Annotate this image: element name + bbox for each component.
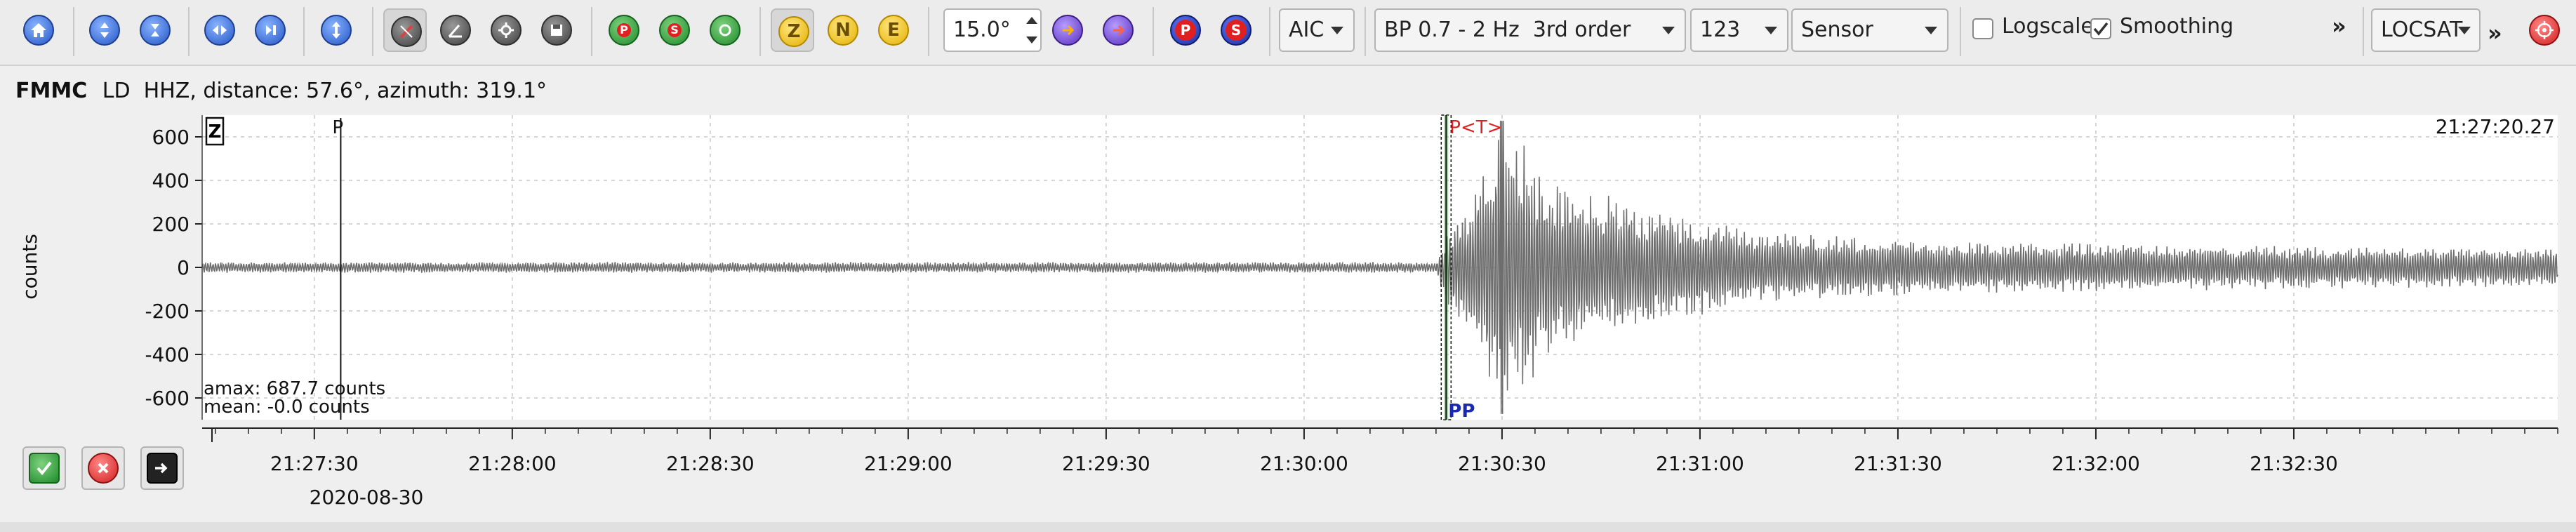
- y-axis-label: counts: [18, 234, 41, 300]
- y-tick-label: 400: [152, 169, 190, 192]
- x-tick-label: 21:30:30: [1458, 452, 1546, 475]
- y-tick-label: 200: [152, 213, 190, 236]
- y-tick-label: -600: [145, 387, 190, 410]
- accept-button[interactable]: [22, 446, 66, 490]
- x-tick-label: 21:32:30: [2250, 452, 2338, 475]
- pick-bottom-label: PP: [1448, 401, 1475, 422]
- x-tick-label: 21:27:30: [270, 452, 359, 475]
- x-tick-label: 21:31:00: [1656, 452, 1744, 475]
- forward-button[interactable]: [140, 446, 184, 490]
- cancel-icon: [88, 453, 119, 484]
- x-tick-label: 21:29:30: [1062, 452, 1150, 475]
- stats-mean: mean: -0.0 counts: [204, 397, 370, 418]
- horizontal-scroll-strip[interactable]: [0, 522, 2576, 532]
- y-tick-label: -400: [145, 343, 190, 366]
- x-tick-label: 21:30:00: [1260, 452, 1348, 475]
- checkmark-icon: [29, 453, 60, 484]
- component-label: Z: [208, 121, 222, 142]
- x-tick-label: 21:29:00: [864, 452, 952, 475]
- pick-pt-label: P<T>: [1449, 117, 1502, 138]
- time-readout: 21:27:20.27: [2436, 115, 2555, 138]
- y-tick-label: 600: [152, 126, 190, 149]
- y-tick-label: 0: [177, 256, 190, 279]
- x-tick-label: 21:31:30: [1854, 452, 1942, 475]
- x-tick-label: 21:28:30: [666, 452, 755, 475]
- y-tick-label: -200: [145, 300, 190, 323]
- x-tick-label: 21:32:00: [2052, 452, 2140, 475]
- x-tick-label: 21:28:00: [468, 452, 557, 475]
- forward-arrow-icon: [147, 453, 178, 484]
- pick-p-label: P: [332, 117, 343, 138]
- reject-button[interactable]: [81, 446, 125, 490]
- seismogram-plot[interactable]: P P<T> PP 600 400 200 0 -200 -400 -600 21:27:30 21…: [0, 0, 2576, 532]
- date-label: 2020-08-30: [310, 486, 424, 509]
